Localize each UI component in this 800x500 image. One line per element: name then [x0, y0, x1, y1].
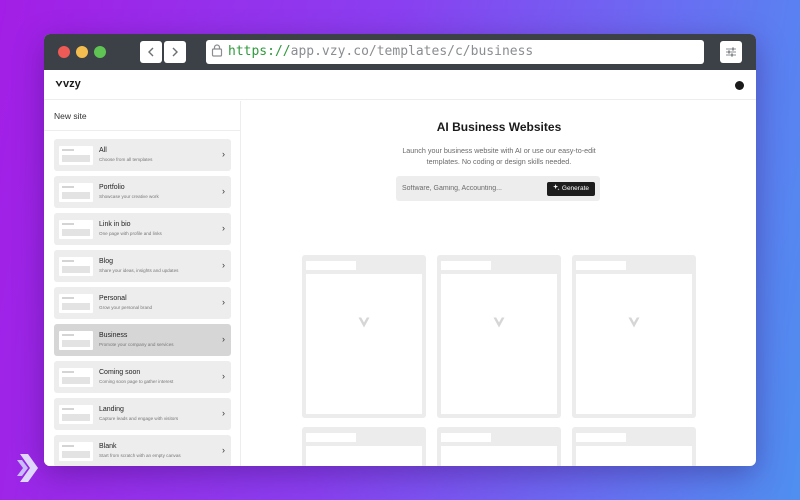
page-subtitle: Launch your business website with AI or … [402, 146, 596, 166]
chevron-right-icon: › [222, 371, 225, 381]
template-category-name: Coming soon [99, 369, 141, 376]
chevron-right-icon: › [222, 334, 225, 344]
page-title: AI Business Websites [436, 120, 562, 134]
app-header: vzy [44, 70, 756, 100]
browser-window: https://app.vzy.co/templates/c/business … [44, 34, 756, 466]
chevron-right-icon: › [222, 297, 225, 307]
template-category-name: All [99, 147, 107, 154]
template-category-description: Promote your company and services [99, 342, 174, 347]
template-card-preview [306, 446, 422, 466]
sidebar-item-coming-soon[interactable]: Coming soon Coming soon page to gather in… [54, 361, 231, 393]
template-thumbnail [59, 405, 93, 424]
sidebar-item-all[interactable]: All Choose from all templates › [54, 139, 231, 171]
template-card-preview [306, 274, 422, 414]
template-category-name: Business [99, 332, 128, 339]
template-thumbnail [59, 331, 93, 350]
address-bar[interactable]: https://app.vzy.co/templates/c/business [206, 40, 704, 64]
logo-text: vzy [63, 78, 81, 90]
template-card[interactable] [572, 427, 696, 466]
template-thumbnail [59, 146, 93, 165]
chevron-right-icon: › [222, 445, 225, 455]
v-logo-icon [628, 317, 640, 328]
sidebar-item-landing[interactable]: Landing Capture leads and engage with vis… [54, 398, 231, 430]
chevron-left-icon [148, 47, 154, 57]
sliders-icon [726, 47, 736, 57]
template-category-description: Grow your personal brand [99, 305, 153, 310]
template-card[interactable] [302, 427, 426, 466]
template-thumbnail [59, 183, 93, 202]
sidebar-item-blank[interactable]: Blank Start from scratch with an empty ca… [54, 435, 231, 466]
brand-badge-icon [17, 454, 38, 482]
template-card-header [576, 261, 626, 270]
forward-button[interactable] [164, 41, 186, 63]
template-card[interactable] [572, 255, 696, 418]
template-card-header [441, 433, 491, 442]
template-category-name: Personal [99, 295, 127, 302]
template-card-header [576, 433, 626, 442]
template-card-preview [576, 446, 692, 466]
chevron-right-icon: › [222, 260, 225, 270]
back-button[interactable] [140, 41, 162, 63]
sparkle-icon [553, 184, 560, 191]
template-category-description: Start from scratch with an empty canvas [99, 453, 181, 458]
template-category-name: Link in bio [99, 221, 131, 228]
template-category-name: Blog [99, 258, 114, 265]
sidebar-item-link-in-bio[interactable]: Link in bio One page with profile and lin… [54, 213, 231, 245]
template-thumbnail [59, 368, 93, 387]
browser-chrome: https://app.vzy.co/templates/c/business [44, 34, 756, 70]
template-category-name: Landing [99, 406, 124, 413]
sidebar-item-personal[interactable]: Personal Grow your personal brand › [54, 287, 231, 319]
template-card-preview [441, 446, 557, 466]
v-logo-icon [358, 317, 370, 328]
url-scheme: https:// [228, 44, 291, 59]
template-card-header [306, 261, 356, 270]
chevron-right-icon: › [222, 149, 225, 159]
chevron-right-icon [172, 47, 178, 57]
sidebar-item-portfolio[interactable]: Portfolio Showcase your creative work › [54, 176, 231, 208]
template-card-header [306, 433, 356, 442]
business-type-input[interactable] [402, 176, 532, 201]
template-thumbnail [59, 442, 93, 461]
template-category-description: Capture leads and engage with visitors [99, 416, 179, 421]
template-category-name: Portfolio [99, 184, 125, 191]
sidebar-item-business[interactable]: Business Promote your company and service… [54, 324, 231, 356]
template-category-description: Share your ideas, insights and updates [99, 268, 179, 273]
lock-icon [211, 44, 223, 57]
settings-button[interactable] [720, 41, 742, 63]
generate-label: Generate [561, 185, 589, 192]
vzy-logo[interactable]: vzy [55, 78, 81, 90]
template-card[interactable] [437, 427, 561, 466]
template-category-description: Choose from all templates [99, 157, 153, 162]
chevron-right-icon: › [222, 223, 225, 233]
template-thumbnail [59, 257, 93, 276]
template-card-preview [576, 274, 692, 414]
minimize-window-button[interactable] [76, 46, 88, 58]
template-thumbnail [59, 294, 93, 313]
v-logo-icon [55, 81, 63, 87]
template-card-header [441, 261, 491, 270]
template-sidebar: New site All Choose from all templates › Po… [44, 101, 241, 466]
template-card-preview [441, 274, 557, 414]
template-category-description: One page with profile and links [99, 231, 162, 236]
url-path: app.vzy.co/templates/c/business [290, 44, 534, 59]
ai-prompt-bar: Generate [396, 176, 600, 201]
moon-icon[interactable] [735, 81, 744, 90]
generate-button[interactable]: Generate [547, 182, 595, 196]
chevron-right-icon: › [222, 408, 225, 418]
template-thumbnail [59, 220, 93, 239]
template-card[interactable] [437, 255, 561, 418]
main-panel: AI Business Websites Launch your busines… [242, 101, 756, 466]
template-card[interactable] [302, 255, 426, 418]
sidebar-title: New site [44, 101, 240, 131]
chevron-right-icon: › [222, 186, 225, 196]
template-category-description: Showcase your creative work [99, 194, 159, 199]
close-window-button[interactable] [58, 46, 70, 58]
maximize-window-button[interactable] [94, 46, 106, 58]
template-category-description: Coming soon page to gather interest [99, 379, 174, 384]
sidebar-item-blog[interactable]: Blog Share your ideas, insights and updat… [54, 250, 231, 282]
template-category-name: Blank [99, 443, 117, 450]
v-logo-icon [493, 317, 505, 328]
